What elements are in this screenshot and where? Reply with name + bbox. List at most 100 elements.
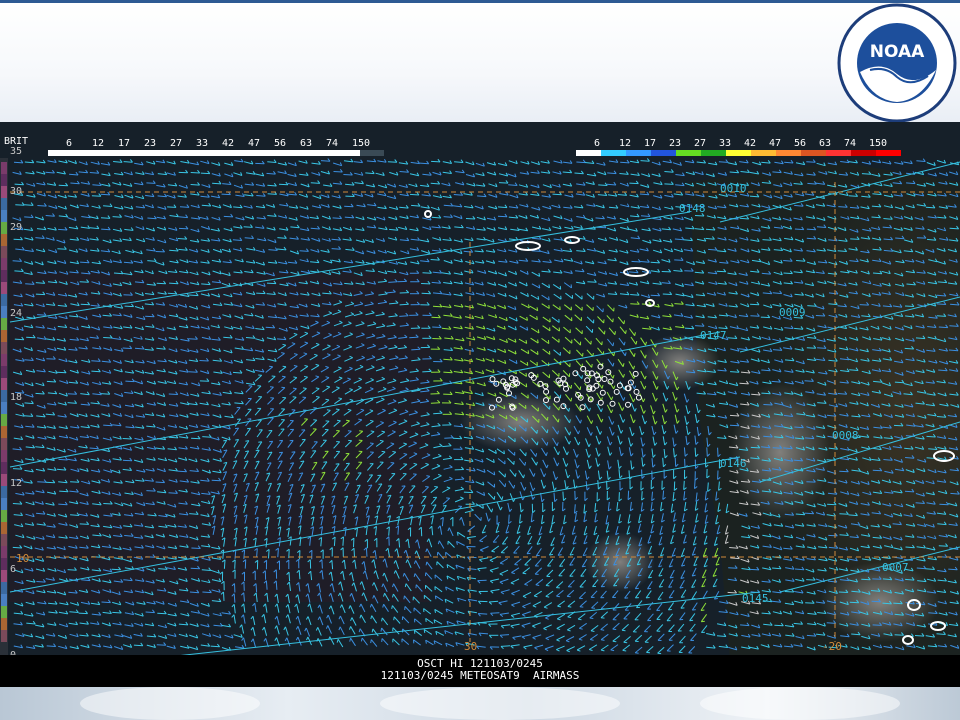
wind-barb [498, 182, 509, 184]
wind-barb [103, 337, 113, 339]
wind-barb [58, 458, 68, 461]
wind-barb [37, 314, 47, 316]
wind-barb [343, 174, 353, 176]
wind-barb-flag [526, 362, 529, 366]
wind-barb [664, 171, 674, 173]
noaa-logo: NOAA [837, 3, 957, 123]
wind-barb [905, 457, 915, 459]
wind-barb [123, 294, 133, 296]
wind-barb [267, 161, 277, 163]
wind-barb-flag [293, 376, 297, 379]
wind-barb-flag [613, 352, 615, 357]
wind-barb [122, 459, 132, 462]
wind-barb [57, 248, 67, 250]
wind-barb-flag [537, 351, 539, 355]
wind-barb-flag [235, 439, 239, 441]
wind-barb-flag [527, 350, 530, 354]
wind-barb [202, 436, 212, 438]
wind-barb-flag [515, 404, 517, 409]
wind-barb [893, 424, 904, 427]
wind-barb-flag [245, 440, 249, 442]
wind-barb [662, 293, 672, 295]
wind-barb-flag [293, 365, 298, 367]
wind-barb [650, 294, 660, 297]
wind-barb-flag [269, 365, 273, 368]
wind-barb [904, 347, 914, 350]
wind-barb [80, 303, 90, 306]
wind-barb [243, 226, 253, 228]
wind-barb-flag [282, 365, 287, 368]
wind-barb [14, 270, 24, 272]
wind-barb [640, 261, 650, 263]
wind-barb [24, 161, 34, 164]
wind-barb [156, 282, 166, 285]
satellite-map-panel: 30 -20 10 0010 0148 0009 0147 0008 0146 0007 01… [0, 122, 960, 660]
wind-barb-flag [504, 439, 507, 443]
wind-barb [13, 238, 23, 241]
wind-barb [674, 457, 677, 467]
wind-barb [46, 380, 56, 383]
wind-barb [112, 216, 122, 218]
wind-barb [904, 305, 914, 307]
wind-barb [331, 248, 341, 250]
wind-barb [146, 182, 156, 184]
wind-barb-flag [591, 363, 593, 368]
wind-barb [411, 204, 421, 207]
wind-barb [915, 337, 926, 340]
wind-barb [125, 380, 135, 383]
wind-barb [57, 371, 67, 374]
wind-barb [167, 206, 177, 208]
wind-barb [232, 371, 243, 374]
wind-barb [430, 259, 440, 261]
wind-barb [761, 369, 771, 372]
wind-barb [817, 347, 827, 349]
wind-barb [763, 404, 773, 406]
wind-barb-flag [403, 463, 407, 465]
wind-barb-flag [235, 427, 239, 430]
wind-barb [188, 338, 198, 340]
wind-barb [167, 292, 177, 295]
wind-barb [58, 184, 68, 187]
wind-barb [365, 172, 375, 175]
wind-barb [92, 184, 102, 186]
cloud-patch [730, 382, 830, 522]
wind-barb [796, 260, 806, 262]
wind-barb [894, 381, 904, 384]
wind-barb [12, 468, 23, 470]
wind-barb [716, 270, 726, 273]
wind-barb-flag [524, 462, 526, 466]
wind-barb-flag [323, 461, 327, 463]
wind-barb [838, 206, 848, 208]
wind-barb [399, 303, 409, 306]
wind-barb-flag [559, 285, 562, 290]
wind-barb-flag [537, 339, 539, 344]
wind-barb [266, 172, 276, 175]
wind-barb [674, 259, 684, 261]
wind-barb [201, 204, 211, 207]
wind-barb [409, 193, 419, 196]
wind-barb [684, 327, 694, 330]
wind-barb-flag [300, 460, 305, 463]
wind-barb-flag [548, 284, 550, 288]
wind-barb [191, 437, 201, 440]
wind-barb [123, 161, 133, 163]
wind-barb [477, 195, 487, 198]
wind-barb [278, 183, 289, 186]
wind-barb [15, 204, 25, 206]
wind-barb [631, 260, 641, 263]
wind-barb [807, 182, 817, 185]
wind-barb [607, 172, 617, 175]
wind-barb [925, 206, 935, 209]
wind-barb-flag [536, 441, 539, 446]
wind-barb [837, 393, 847, 395]
wind-barb [763, 435, 773, 438]
wind-barb [310, 182, 320, 184]
wind-barb-flag [223, 439, 227, 442]
wind-barb [23, 415, 33, 417]
wind-barb [531, 250, 541, 252]
wind-barb [443, 204, 453, 207]
wind-barb [694, 215, 705, 217]
wind-barb [266, 282, 277, 285]
noaa-logo-text: NOAA [870, 42, 925, 62]
wind-barb [432, 326, 442, 328]
